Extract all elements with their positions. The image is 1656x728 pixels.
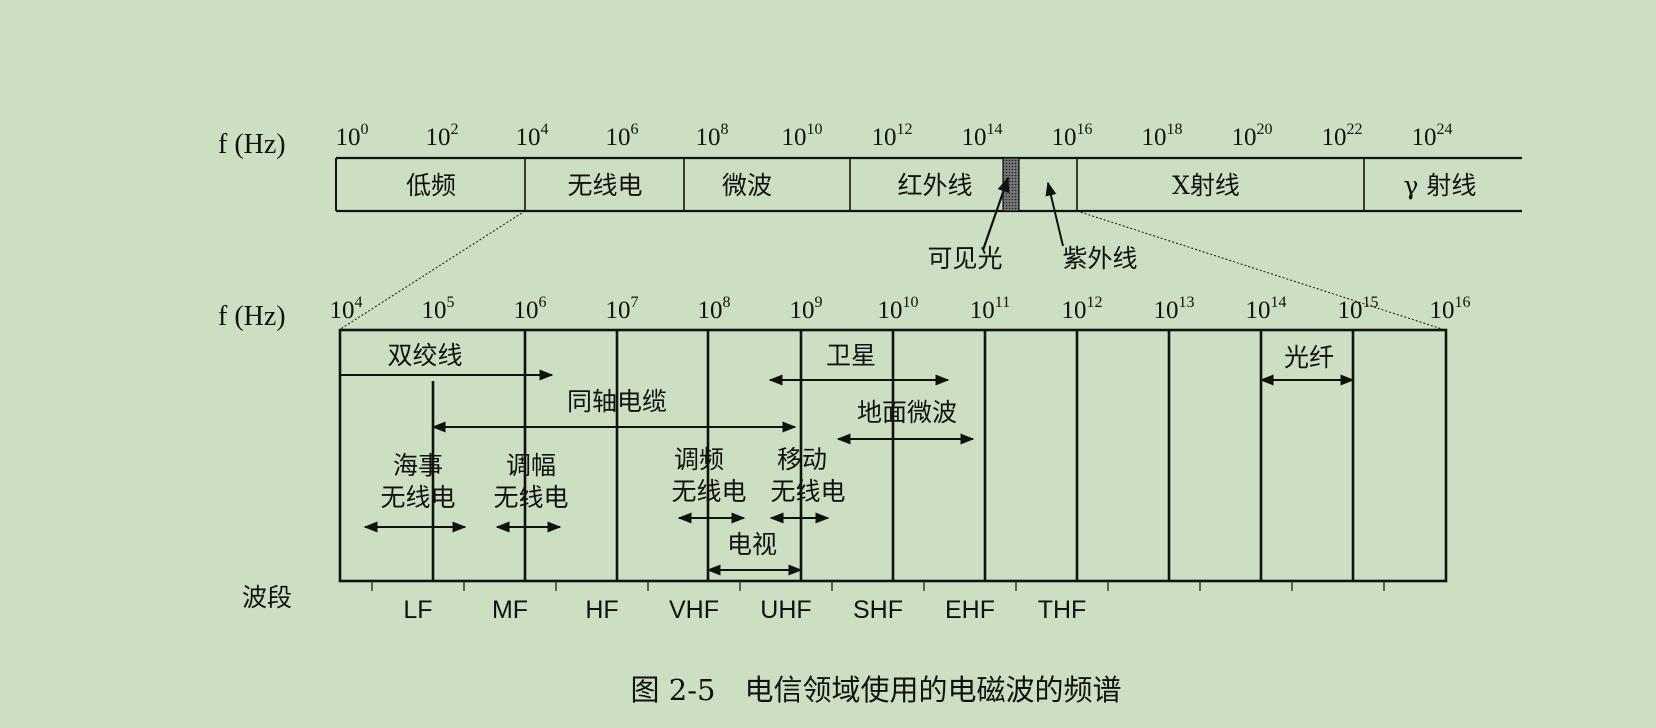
visible-light-label: 可见光 — [927, 244, 1002, 273]
top-axis-tick-label: 1022 — [1322, 121, 1363, 151]
ultraviolet-label: 紫外线 — [1062, 244, 1137, 273]
tv-label: 电视 — [727, 530, 777, 559]
band-uhf: UHF — [760, 596, 811, 624]
band-microwave: 微波 — [722, 171, 772, 200]
top-axis-tick-label: 1024 — [1412, 121, 1453, 151]
bottom-axis-tick-label: 108 — [698, 294, 731, 324]
band-thf: THF — [1038, 596, 1087, 624]
bottom-axis-tick-label: 1012 — [1062, 294, 1103, 324]
twisted-pair-label: 双绞线 — [387, 341, 462, 370]
top-axis-tick-label: 104 — [516, 121, 549, 151]
top-axis-tick-label: 1016 — [1052, 121, 1093, 151]
top-axis-tick-label: 108 — [696, 121, 729, 151]
bottom-axis-tick-label: 1011 — [970, 294, 1010, 324]
bottom-axis-tick-label: 1013 — [1154, 294, 1195, 324]
top-axis-label: f (Hz) — [218, 129, 286, 160]
bottom-axis-tick-label: 104 — [330, 294, 363, 324]
band-lf: LF — [403, 596, 432, 624]
top-axis-tick-label: 1012 — [872, 121, 913, 151]
band-gamma-ray: γ 射线 — [1404, 171, 1477, 200]
top-axis-tick-label: 102 — [426, 121, 459, 151]
band-low-frequency: 低频 — [406, 171, 456, 200]
band-vhf: VHF — [669, 596, 719, 624]
bottom-axis-tick-label: 1014 — [1246, 294, 1287, 324]
am-radio-line1: 调幅 — [506, 451, 556, 480]
top-axis-tick-label: 100 — [336, 121, 369, 151]
band-x-ray: X射线 — [1172, 171, 1240, 200]
band-mf: MF — [492, 596, 528, 624]
coax-label: 同轴电缆 — [567, 387, 667, 416]
top-axis-tick-label: 1018 — [1142, 121, 1183, 151]
maritime-radio-line1: 海事 — [393, 451, 443, 480]
figure-caption: 图 2-5 电信领域使用的电磁波的频谱 — [631, 673, 1122, 707]
band-shf: SHF — [853, 596, 903, 624]
band-infrared: 红外线 — [897, 171, 972, 200]
top-axis-tick-label: 1020 — [1232, 121, 1273, 151]
bottom-axis-tick-label: 1010 — [878, 294, 919, 324]
bottom-axis-tick-label: 1015 — [1338, 294, 1379, 324]
band-row-ticks — [371, 581, 1385, 591]
top-axis-ticks: 100 102 104 106 108 1010 1012 1014 1016 1018 1020 1… — [336, 121, 1453, 151]
top-axis-tick-label: 1010 — [782, 121, 823, 151]
am-radio-line2: 无线电 — [493, 483, 568, 512]
top-axis-tick-label: 1014 — [962, 121, 1003, 151]
fm-radio-line2: 无线电 — [671, 477, 746, 506]
bottom-axis-ticks: 104 105 106 107 108 109 1010 1011 1012 1013 1014 10… — [330, 294, 1471, 324]
mobile-radio-line1: 移动 — [777, 445, 827, 474]
mobile-radio-line2: 无线电 — [770, 477, 845, 506]
fm-radio-line1: 调频 — [674, 445, 724, 474]
band-radio: 无线电 — [567, 171, 642, 200]
spectrum-diagram: f (Hz) 100 102 104 106 108 1010 1012 1014 1016 10… — [218, 121, 1522, 707]
bottom-axis-tick-label: 106 — [514, 294, 547, 324]
bottom-axis-tick-label: 109 — [790, 294, 823, 324]
bottom-axis-tick-label: 1016 — [1430, 294, 1471, 324]
bottom-axis-tick-label: 105 — [422, 294, 455, 324]
visible-light-arrow — [981, 176, 1010, 251]
bottom-axis-label: f (Hz) — [218, 301, 286, 332]
band-row-label: 波段 — [242, 583, 292, 612]
band-ehf: EHF — [945, 596, 995, 624]
top-axis-tick-label: 106 — [606, 121, 639, 151]
maritime-radio-line2: 无线电 — [380, 483, 455, 512]
band-hf: HF — [585, 596, 618, 624]
terrestrial-microwave-label: 地面微波 — [857, 398, 957, 427]
fiber-label: 光纤 — [1284, 343, 1334, 372]
ultraviolet-arrow — [1045, 181, 1064, 247]
satellite-label: 卫星 — [826, 341, 876, 370]
bottom-axis-tick-label: 107 — [606, 294, 639, 324]
